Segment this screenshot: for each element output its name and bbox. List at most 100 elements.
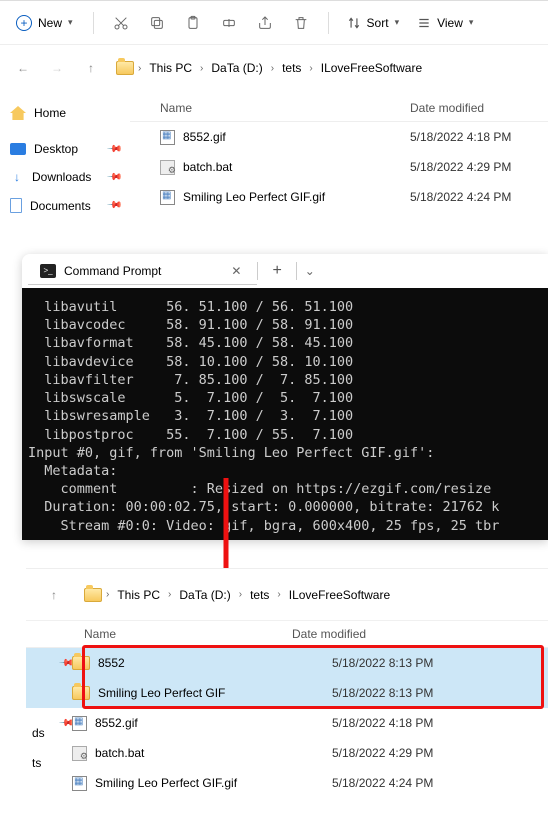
new-tab-button[interactable]: + [258,262,295,280]
delete-button[interactable] [284,7,318,39]
breadcrumb[interactable]: DaTa (D:) [175,585,234,605]
sidebar-item-documents[interactable]: Documents 📌 [0,191,130,220]
breadcrumb[interactable]: ILoveFreeSoftware [317,58,426,78]
file-name: 8552.gif [95,716,138,730]
file-row[interactable]: Smiling Leo Perfect GIF.gif 5/18/2022 4:… [26,768,548,798]
folder-icon [84,588,102,602]
sidebar-label: Downloads [32,170,91,184]
column-headers[interactable]: Name Date modified [130,95,548,122]
close-tab-button[interactable]: ✕ [227,264,245,278]
bat-icon [160,160,175,175]
sidebar-label: Desktop [34,142,78,156]
back-button[interactable]: ← [8,53,38,83]
paste-button[interactable] [176,7,210,39]
address-bar[interactable]: › This PC › DaTa (D:) › tets › ILoveFree… [84,585,394,605]
view-button[interactable]: View ▾ [409,10,481,36]
breadcrumb[interactable]: This PC [145,58,196,78]
breadcrumb[interactable]: This PC [113,585,164,605]
share-button[interactable] [248,7,282,39]
toolbar: + New ▾ Sort ▾ View ▾ [0,1,548,45]
copy-button[interactable] [140,7,174,39]
folder-icon [72,656,90,670]
sidebar-item-downloads[interactable]: ↓ Downloads 📌 [0,163,130,191]
gif-icon [160,190,175,205]
sidebar-item-home[interactable]: Home [0,99,130,127]
terminal-tab[interactable]: >_ Command Prompt ✕ [28,258,257,285]
view-icon [417,16,431,30]
up-button[interactable]: ↑ [76,53,106,83]
file-row[interactable]: Smiling Leo Perfect GIF 5/18/2022 8:13 P… [26,678,548,708]
column-name[interactable]: Name [42,627,292,641]
terminal-output[interactable]: libavutil 56. 51.100 / 56. 51.100 libavc… [22,288,548,540]
file-row[interactable]: 📌 8552.gif 5/18/2022 4:18 PM [26,708,548,738]
folder-icon [72,686,90,700]
new-button[interactable]: + New ▾ [6,9,83,37]
sort-button[interactable]: Sort ▾ [339,10,408,36]
pin-icon: 📌 [105,197,122,214]
sidebar-label: Home [34,106,66,120]
gif-icon [160,130,175,145]
documents-icon [10,198,22,213]
chevron-right-icon: › [239,589,242,600]
home-icon [10,106,26,120]
column-date[interactable]: Date modified [292,627,366,641]
chevron-right-icon: › [309,63,312,74]
view-label: View [437,16,463,30]
nav-row: ← → ↑ › This PC › DaTa (D:) › tets › ILo… [0,45,548,91]
chevron-down-icon: ▾ [395,17,400,28]
file-row[interactable]: batch.bat 5/18/2022 4:29 PM [130,152,548,182]
gif-icon [72,776,87,791]
nav-row: ↑ › This PC › DaTa (D:) › tets › ILoveFr… [26,569,548,621]
cmd-icon: >_ [40,264,56,278]
tab-dropdown[interactable]: ⌄ [297,264,323,278]
terminal-tab-bar: >_ Command Prompt ✕ + ⌄ [22,254,548,288]
sidebar-label: Documents [30,199,91,213]
address-bar[interactable]: › This PC › DaTa (D:) › tets › ILoveFree… [116,58,426,78]
chevron-down-icon: ▾ [469,17,474,28]
pin-icon: 📌 [105,141,122,158]
sort-label: Sort [367,16,389,30]
downloads-icon: ↓ [10,170,24,184]
file-date: 5/18/2022 8:13 PM [332,656,433,670]
file-date: 5/18/2022 4:24 PM [332,776,433,790]
sidebar-cut-text: ts [32,756,41,770]
desktop-icon [10,143,26,155]
explorer-window-bottom: ↑ › This PC › DaTa (D:) › tets › ILoveFr… [26,568,548,798]
file-name: 8552.gif [183,130,226,144]
tab-title: Command Prompt [64,264,161,278]
forward-button[interactable]: → [42,53,72,83]
explorer-window-top: + New ▾ Sort ▾ View ▾ ← → ↑ › This PC [0,0,548,228]
column-headers[interactable]: Name Date modified [26,621,548,648]
file-name: Smiling Leo Perfect GIF.gif [95,776,237,790]
bat-icon [72,746,87,761]
file-date: 5/18/2022 8:13 PM [332,686,433,700]
plus-icon: + [16,15,32,31]
chevron-right-icon: › [271,63,274,74]
breadcrumb[interactable]: tets [278,58,305,78]
file-row[interactable]: Smiling Leo Perfect GIF.gif 5/18/2022 4:… [130,182,548,212]
chevron-right-icon: › [277,589,280,600]
column-date[interactable]: Date modified [410,101,484,115]
chevron-right-icon: › [200,63,203,74]
file-date: 5/18/2022 4:18 PM [332,716,433,730]
sidebar-item-desktop[interactable]: Desktop 📌 [0,135,130,163]
file-date: 5/18/2022 4:24 PM [410,190,511,204]
terminal-window: >_ Command Prompt ✕ + ⌄ libavutil 56. 51… [22,254,548,540]
column-name[interactable]: Name [160,101,410,115]
new-label: New [38,16,62,30]
file-row[interactable]: 📌 8552 5/18/2022 8:13 PM [26,648,548,678]
file-row[interactable]: batch.bat 5/18/2022 4:29 PM [26,738,548,768]
cut-button[interactable] [104,7,138,39]
breadcrumb[interactable]: tets [246,585,273,605]
breadcrumb[interactable]: ILoveFreeSoftware [285,585,394,605]
chevron-down-icon: ▾ [68,17,73,28]
file-date: 5/18/2022 4:29 PM [410,160,511,174]
up-button[interactable]: ↑ [34,580,74,610]
chevron-right-icon: › [138,63,141,74]
gif-icon [72,716,87,731]
file-row[interactable]: 8552.gif 5/18/2022 4:18 PM [130,122,548,152]
breadcrumb[interactable]: DaTa (D:) [207,58,266,78]
chevron-right-icon: › [168,589,171,600]
file-name: batch.bat [183,160,232,174]
rename-button[interactable] [212,7,246,39]
